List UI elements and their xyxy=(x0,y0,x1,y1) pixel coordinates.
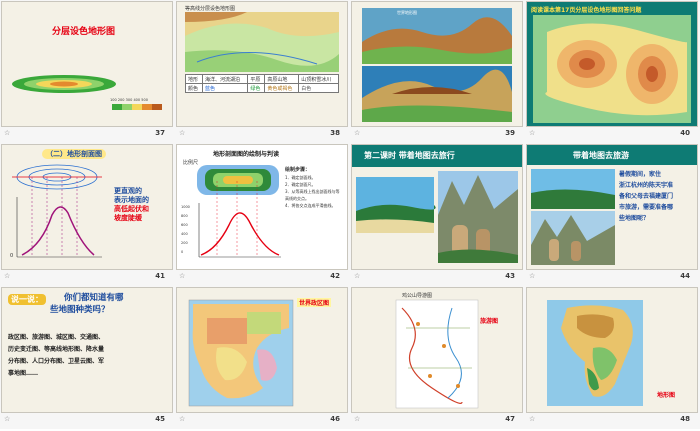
slide-number: 43 xyxy=(505,272,515,280)
map-type-label: 旅游图 xyxy=(480,318,499,325)
slide-44-text: 暑假期间，家住 浙江杭州的陈天宇准 备和父母去福建厦门 市旅游，需要准备哪 些地… xyxy=(619,171,674,222)
slide-38-footer: ☆ 38 xyxy=(175,127,350,141)
slide-number: 45 xyxy=(155,415,165,423)
relief-map-images xyxy=(362,8,512,122)
slide-45-question: 你们都知道有哪 些地图种类吗？ xyxy=(50,293,124,315)
map-caption: 世界地形图 xyxy=(397,10,417,15)
profile-axis-tick: 0 xyxy=(10,253,14,259)
topographic-map-image xyxy=(185,12,339,72)
transition-star-icon[interactable]: ☆ xyxy=(179,415,185,423)
tourist-map-image xyxy=(395,299,479,409)
slide-38-canvas: 等高线分层设色地形图 地形 海洋、河流湖泊 平原 高原山地 山顶积雪冰川 颜色 蓝色 绿… xyxy=(177,2,347,126)
map-type-label: 世界政区图 xyxy=(297,298,332,307)
layered-color-contour-graphic xyxy=(12,75,162,110)
slide-43-footer: ☆ 43 xyxy=(350,270,525,284)
slide-thumbnail-37[interactable]: 分层设色地形图 100 200 300 400 500 ☆ 37 xyxy=(0,0,175,143)
transition-star-icon[interactable]: ☆ xyxy=(354,415,360,423)
slide-thumbnail-40[interactable]: 阅读课本第17页分层设色地形图回答问题 ☆ 40 xyxy=(525,0,700,143)
slide-number: 46 xyxy=(330,415,340,423)
slide-thumbnail-43[interactable]: 第二课时 带着地图去旅行 ☆ 43 xyxy=(350,143,525,286)
slide-42-footer: ☆ 42 xyxy=(175,270,350,284)
transition-star-icon[interactable]: ☆ xyxy=(529,415,535,423)
slide-41-text: 更直观的 表示地面的 高低起伏和 坡度陡缓 xyxy=(114,187,149,222)
transition-star-icon[interactable]: ☆ xyxy=(179,272,185,280)
slide-44-footer: ☆ 44 xyxy=(525,270,700,284)
slide-number: 37 xyxy=(155,129,165,137)
y-axis-ticks: 1000 800 600 400 200 0 xyxy=(181,205,190,254)
transition-star-icon[interactable]: ☆ xyxy=(354,272,360,280)
slide-41-footer: ☆ 41 xyxy=(0,270,175,284)
slide-thumbnail-46[interactable]: 世界政区图 ☆ 46 xyxy=(175,286,350,429)
slide-39-footer: ☆ 39 xyxy=(350,127,525,141)
slide-sorter-grid: 分层设色地形图 100 200 300 400 500 ☆ 37 等高线分层设色… xyxy=(0,0,700,431)
slide-48-footer: ☆ 48 xyxy=(525,413,700,427)
slide-47-canvas: 鸡公山导游图 旅游图 xyxy=(352,288,522,412)
slide-thumbnail-41[interactable]: （二）地形剖面图 0 更直观的 表示地面的 高低起伏和 坡度陡缓 ☆ 41 xyxy=(0,143,175,286)
transition-star-icon[interactable]: ☆ xyxy=(179,129,185,137)
slide-40-footer: ☆ 40 xyxy=(525,127,700,141)
slide-37-footer: ☆ 37 xyxy=(0,127,175,141)
slide-47-footer: ☆ 47 xyxy=(350,413,525,427)
transition-star-icon[interactable]: ☆ xyxy=(354,129,360,137)
slide-45-footer: ☆ 45 xyxy=(0,413,175,427)
transition-star-icon[interactable]: ☆ xyxy=(529,272,535,280)
slide-thumbnail-42[interactable]: 地形剖面图的绘制与判读 比例尺 1000 800 600 400 200 0 绘制步骤： … xyxy=(175,143,350,286)
slide-thumbnail-39[interactable]: 世界地形图 ☆ 39 xyxy=(350,0,525,143)
question-tag: 说一说： xyxy=(8,294,46,305)
slide-number: 44 xyxy=(680,272,690,280)
slide-48-canvas: 地形图 xyxy=(527,288,697,412)
slide-thumbnail-48[interactable]: 地形图 ☆ 48 xyxy=(525,286,700,429)
contour-reading-map xyxy=(533,15,691,123)
map-type-label: 地形图 xyxy=(657,392,676,399)
slide-42-canvas: 地形剖面图的绘制与判读 比例尺 1000 800 600 400 200 0 绘制步骤： … xyxy=(177,145,347,269)
legend-tick-labels: 100 200 300 400 500 xyxy=(110,98,148,102)
drawing-steps: 绘制步骤： 1．确定剖面线。 2．确定剖面尺。 3．从等高线上找出剖面线与等高线… xyxy=(285,167,340,208)
slide-44-canvas: 带着地图去旅游 暑假期间，家住 浙江杭州的陈天宇准 备和父母去福建厦门 市旅游，… xyxy=(527,145,697,269)
slide-number: 41 xyxy=(155,272,165,280)
slide-number: 47 xyxy=(505,415,515,423)
slide-46-footer: ☆ 46 xyxy=(175,413,350,427)
slide-41-canvas: （二）地形剖面图 0 更直观的 表示地面的 高低起伏和 坡度陡缓 xyxy=(2,145,172,269)
slide-number: 40 xyxy=(680,129,690,137)
transition-star-icon[interactable]: ☆ xyxy=(4,129,10,137)
slide-37-canvas: 分层设色地形图 100 200 300 400 500 xyxy=(2,2,172,126)
terrain-color-table: 地形 海洋、河流湖泊 平原 高原山地 山顶积雪冰川 颜色 蓝色 绿色 黄色或褐色 白色 xyxy=(185,74,339,93)
travel-photos xyxy=(356,171,518,263)
slide-46-canvas: 世界政区图 xyxy=(177,288,347,412)
slide-thumbnail-38[interactable]: 等高线分层设色地形图 地形 海洋、河流湖泊 平原 高原山地 山顶积雪冰川 颜色 蓝色 绿… xyxy=(175,0,350,143)
slide-number: 48 xyxy=(680,415,690,423)
table-row: 地形 海洋、河流湖泊 平原 高原山地 山顶积雪冰川 xyxy=(185,74,339,84)
slide-number: 38 xyxy=(330,129,340,137)
table-row: 颜色 蓝色 绿色 黄色或褐色 白色 xyxy=(185,83,339,93)
slide-40-canvas: 阅读课本第17页分层设色地形图回答问题 xyxy=(527,2,697,126)
map-types-list: 政区图、旅游图、城区图、交通图、 历史变迁图、等高线地形图、降水量 分布图、人口… xyxy=(8,334,105,377)
transition-star-icon[interactable]: ☆ xyxy=(529,129,535,137)
slide-39-canvas: 世界地形图 xyxy=(352,2,522,126)
slide-number: 42 xyxy=(330,272,340,280)
slide-thumbnail-44[interactable]: 带着地图去旅游 暑假期间，家住 浙江杭州的陈天宇准 备和父母去福建厦门 市旅游，… xyxy=(525,143,700,286)
slide-thumbnail-47[interactable]: 鸡公山导游图 旅游图 ☆ 47 xyxy=(350,286,525,429)
slide-43-canvas: 第二课时 带着地图去旅行 xyxy=(352,145,522,269)
slide-number: 39 xyxy=(505,129,515,137)
slide-45-canvas: 说一说： 你们都知道有哪 些地图种类吗？ 政区图、旅游图、城区图、交通图、 历史… xyxy=(2,288,172,412)
transition-star-icon[interactable]: ☆ xyxy=(4,415,10,423)
transition-star-icon[interactable]: ☆ xyxy=(4,272,10,280)
slide-thumbnail-45[interactable]: 说一说： 你们都知道有哪 些地图种类吗？ 政区图、旅游图、城区图、交通图、 历史… xyxy=(0,286,175,429)
